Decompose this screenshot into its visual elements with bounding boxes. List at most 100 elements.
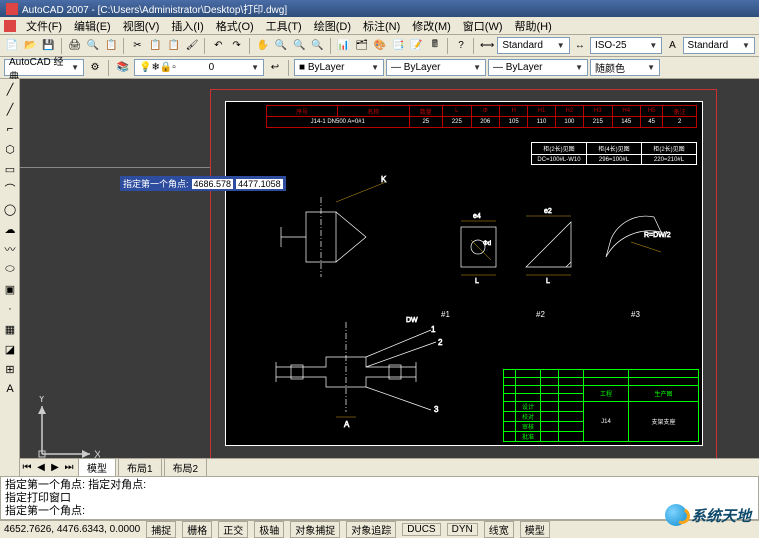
dyn-toggle[interactable]: DYN [447,523,478,536]
ortho-toggle[interactable]: 正交 [218,521,248,538]
tab-layout2[interactable]: 布局2 [164,458,208,476]
title-bar: AutoCAD 2007 - [C:\Users\Administrator\D… [0,0,759,17]
status-bar: 4652.7626, 4476.6343, 0.0000 捕捉 栅格 正交 极轴… [0,520,759,538]
arc-tool[interactable]: ⌒ [1,180,19,198]
window-title: AutoCAD 2007 - [C:\Users\Administrator\D… [22,1,287,16]
dynamic-input-tooltip: 指定第一个角点: 4686.578 4477.1058 [120,176,286,191]
sheet-button[interactable]: 📑 [390,37,406,55]
layer-manager-button[interactable]: 📚 [114,59,132,77]
drawing-viewport[interactable]: 序号名称数量LΦHH1H2H3H4H5备注 J14-1 DN500 A=0#12… [20,79,759,476]
help-button[interactable]: ? [453,37,469,55]
tooltip-x: 4686.578 [192,179,234,189]
text-tool[interactable]: A [1,380,19,398]
menu-dimension[interactable]: 标注(N) [357,16,406,36]
menu-view[interactable]: 视图(V) [117,16,166,36]
zoom-prev-button[interactable]: 🔍 [309,37,325,55]
properties-button[interactable]: 📊 [335,37,351,55]
svg-text:e2: e2 [544,208,552,215]
dim2-icon[interactable]: ↔ [572,37,588,55]
document-icon [4,20,16,32]
hatch-tool[interactable]: ▦ [1,320,19,338]
svg-text:L: L [546,278,550,285]
drawing-frame: 序号名称数量LΦHH1H2H3H4H5备注 J14-1 DN500 A=0#12… [225,101,703,446]
rect-tool[interactable]: ▭ [1,160,19,178]
svg-text:Φd: Φd [483,241,491,247]
style-combo[interactable]: Standard▼ [497,37,569,54]
zoom-window-button[interactable]: 🔍 [291,37,307,55]
ducs-toggle[interactable]: DUCS [402,523,440,536]
cmd-prompt: 指定第一个角点: [5,505,754,518]
menu-draw[interactable]: 绘图(D) [308,16,357,36]
circle-tool[interactable]: ◯ [1,200,19,218]
line-tool[interactable]: ╱ [1,80,19,98]
menu-file[interactable]: 文件(F) [20,16,68,36]
title-block: 工程生产图 设计J14支架支座 校对 审核 批准 [503,369,699,442]
undo-button[interactable]: ↶ [210,37,226,55]
menu-insert[interactable]: 插入(I) [165,16,209,36]
svg-text:K: K [381,175,387,184]
copy-button[interactable]: 📋 [148,37,164,55]
tab-model[interactable]: 模型 [78,458,116,476]
menu-window[interactable]: 窗口(W) [457,16,509,36]
svg-text:DW: DW [406,317,418,324]
xline-tool[interactable]: ╱ [1,100,19,118]
menu-help[interactable]: 帮助(H) [509,16,558,36]
svg-text:3: 3 [434,405,439,414]
zoom-button[interactable]: 🔍 [273,37,289,55]
grid-toggle[interactable]: 栅格 [182,521,212,538]
layer-prev-button[interactable]: ↩ [266,59,284,77]
layers-toolbar: AutoCAD 经典▼ ⚙ 📚 💡❄🔒▫ 0▼ ↩ ■ ByLayer▼ — B… [0,57,759,79]
block-tool[interactable]: ▣ [1,280,19,298]
table-tool[interactable]: ⊞ [1,360,19,378]
tab-prev-icon[interactable]: ◀ [34,462,48,473]
snap-toggle[interactable]: 捕捉 [146,521,176,538]
polar-toggle[interactable]: 极轴 [254,521,284,538]
text-icon[interactable]: A [664,37,680,55]
publish-button[interactable]: 📋 [103,37,119,55]
osnap-toggle[interactable]: 对象捕捉 [290,521,340,538]
workspace-combo[interactable]: AutoCAD 经典▼ [4,59,84,76]
tab-last-icon[interactable]: ⏭ [62,462,76,473]
ellipse-tool[interactable]: ⬭ [1,260,19,278]
preview-button[interactable]: 🔍 [85,37,101,55]
spline-tool[interactable]: 〰 [1,240,19,258]
print-button[interactable]: 🖨 [67,37,83,55]
layout-tabs: ⏮ ◀ ▶ ⏭ 模型 布局1 布局2 [20,458,759,476]
pline-tool[interactable]: ⌐ [1,120,19,138]
redo-button[interactable]: ↷ [228,37,244,55]
cut-button[interactable]: ✂ [129,37,145,55]
tool-palette-button[interactable]: 🎨 [372,37,388,55]
svg-text:#3: #3 [631,310,640,319]
lineweight-combo[interactable]: — ByLayer▼ [488,59,588,76]
otrack-toggle[interactable]: 对象追踪 [346,521,396,538]
dcenter-button[interactable]: 🗂 [354,37,370,55]
point-tool[interactable]: · [1,300,19,318]
textstyle-combo[interactable]: Standard▼ [683,37,755,54]
paste-button[interactable]: 📋 [166,37,182,55]
tab-first-icon[interactable]: ⏮ [20,462,34,473]
match-button[interactable]: 🖌 [184,37,200,55]
region-tool[interactable]: ◪ [1,340,19,358]
tab-layout1[interactable]: 布局1 [118,458,162,476]
layer-combo[interactable]: 💡❄🔒▫ 0▼ [134,59,264,76]
dimstyle-combo[interactable]: ISO-25▼ [590,37,662,54]
polygon-tool[interactable]: ⬡ [1,140,19,158]
lwt-toggle[interactable]: 线宽 [484,521,514,538]
plotstyle-combo[interactable]: 随颜色▼ [590,59,660,76]
markup-button[interactable]: 📝 [408,37,424,55]
linetype-combo[interactable]: — ByLayer▼ [386,59,486,76]
command-line[interactable]: 指定第一个角点: 指定对角点: 指定打印窗口 指定第一个角点: [0,476,759,520]
calc-button[interactable]: 🖩 [427,37,443,55]
model-toggle[interactable]: 模型 [520,521,550,538]
color-combo[interactable]: ■ ByLayer▼ [294,59,384,76]
menu-format[interactable]: 格式(O) [210,16,260,36]
dim-icon[interactable]: ⟷ [479,37,495,55]
pan-button[interactable]: ✋ [255,37,271,55]
menu-tools[interactable]: 工具(T) [260,16,308,36]
tab-next-icon[interactable]: ▶ [48,462,62,473]
menu-edit[interactable]: 编辑(E) [68,16,117,36]
revcloud-tool[interactable]: ☁ [1,220,19,238]
menu-modify[interactable]: 修改(M) [406,16,457,36]
app-icon [6,3,18,15]
ws-settings-icon[interactable]: ⚙ [86,59,104,77]
